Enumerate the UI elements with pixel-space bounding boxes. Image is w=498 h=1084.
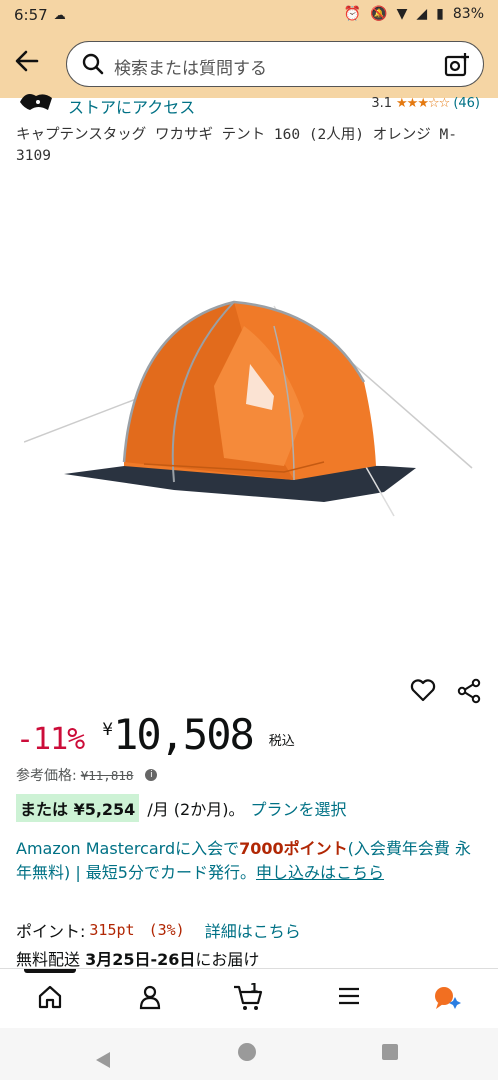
rating-summary[interactable]: 3.1 ★★★☆☆ (46) xyxy=(371,96,480,111)
back-arrow-icon[interactable] xyxy=(12,46,42,76)
rufus-assistant-icon[interactable] xyxy=(430,983,466,1017)
status-time: 6:57 xyxy=(14,6,48,24)
search-placeholder: 検索または質問する xyxy=(114,59,267,79)
active-tab-indicator xyxy=(24,969,76,973)
points-label: ポイント: xyxy=(16,922,86,941)
discount-percent: -11% xyxy=(16,722,85,757)
installment-badge: または ¥5,254 xyxy=(16,794,140,822)
search-header: 検索または質問する xyxy=(0,30,498,98)
delivery-suffix: にお届け xyxy=(195,950,260,969)
card-promotion[interactable]: Amazon Mastercardに入会で7000ポイント(入会費年会費 永年無… xyxy=(16,837,486,885)
visit-store-link[interactable]: ストアにアクセス xyxy=(68,94,195,118)
signal-icon: ◢ xyxy=(416,6,428,22)
reference-price-label: 参考価格: xyxy=(16,768,77,784)
points-row: ポイント: 315pt (3%) 詳細はこちら xyxy=(16,918,301,942)
battery-level: 83% xyxy=(452,6,484,22)
favorite-heart-icon[interactable] xyxy=(410,677,436,707)
wifi-icon: ▼ xyxy=(396,6,408,22)
alarm-icon: ⏰ xyxy=(343,6,362,22)
system-home-icon[interactable] xyxy=(238,1043,256,1061)
price-row: -11% ¥ 10,508 税込 xyxy=(16,710,295,764)
cloud-icon: ☁ xyxy=(53,8,66,22)
camera-search-icon[interactable] xyxy=(443,51,471,83)
status-icons: ⏰ 🔕 ▼ ◢ ▮ 83% xyxy=(344,6,484,22)
info-icon[interactable]: i xyxy=(145,769,158,781)
card-apply-link[interactable]: 申し込みはこちら xyxy=(256,863,384,882)
price-value: 10,508 xyxy=(113,710,255,759)
rating-stars-icon: ★★★☆☆ xyxy=(396,96,450,111)
installment-term: /月 (2か月)。 xyxy=(147,800,245,819)
card-promo-points: 7000ポイント xyxy=(239,839,348,858)
system-navigation-bar xyxy=(0,1028,498,1080)
delivery-date: 3月25日-26日 xyxy=(85,950,196,969)
share-icon[interactable] xyxy=(456,678,482,708)
points-value: 315pt xyxy=(89,921,135,939)
bottom-navigation: 1 xyxy=(0,968,498,1029)
points-percent: (3%) xyxy=(148,921,185,939)
select-plan-link[interactable]: プランを選択 xyxy=(250,796,346,820)
product-image[interactable] xyxy=(23,286,484,526)
cart-icon[interactable]: 1 xyxy=(230,981,266,1017)
store-row: ストアにアクセス 3.1 ★★★☆☆ (46) xyxy=(0,92,498,118)
system-back-icon[interactable] xyxy=(96,1052,110,1068)
reference-price: 参考価格: ¥11,818 i xyxy=(16,765,158,785)
mute-icon: 🔕 xyxy=(370,6,388,22)
delivery-label: 無料配送 xyxy=(16,950,81,969)
status-bar: 6:57 ☁ ⏰ 🔕 ▼ ◢ ▮ 83% xyxy=(0,0,498,30)
system-recents-icon[interactable] xyxy=(382,1044,398,1060)
reference-price-value: ¥11,818 xyxy=(80,767,134,783)
installment-row: または ¥5,254 /月 (2か月)。 プランを選択 xyxy=(16,794,347,822)
battery-icon: ▮ xyxy=(436,6,444,22)
account-icon[interactable] xyxy=(132,983,168,1017)
search-icon xyxy=(81,52,105,80)
home-icon[interactable] xyxy=(32,983,68,1017)
menu-icon[interactable] xyxy=(331,983,367,1017)
rating-value: 3.1 xyxy=(371,96,393,111)
points-detail-link[interactable]: 詳細はこちら xyxy=(205,918,301,942)
tax-included-label: 税込 xyxy=(268,734,295,749)
delivery-info: 無料配送 3月25日-26日にお届け xyxy=(16,946,259,970)
review-count: (46) xyxy=(453,96,480,111)
product-title: キャプテンスタッグ ワカサギ テント 160 (2人用) オレンジ M-3109 xyxy=(16,127,457,164)
store-logo[interactable] xyxy=(18,88,54,112)
search-input[interactable]: 検索または質問する xyxy=(66,41,484,87)
card-promo-text: Amazon Mastercardに入会で xyxy=(16,839,240,858)
cart-count: 1 xyxy=(250,981,259,995)
currency-symbol: ¥ xyxy=(102,720,114,740)
